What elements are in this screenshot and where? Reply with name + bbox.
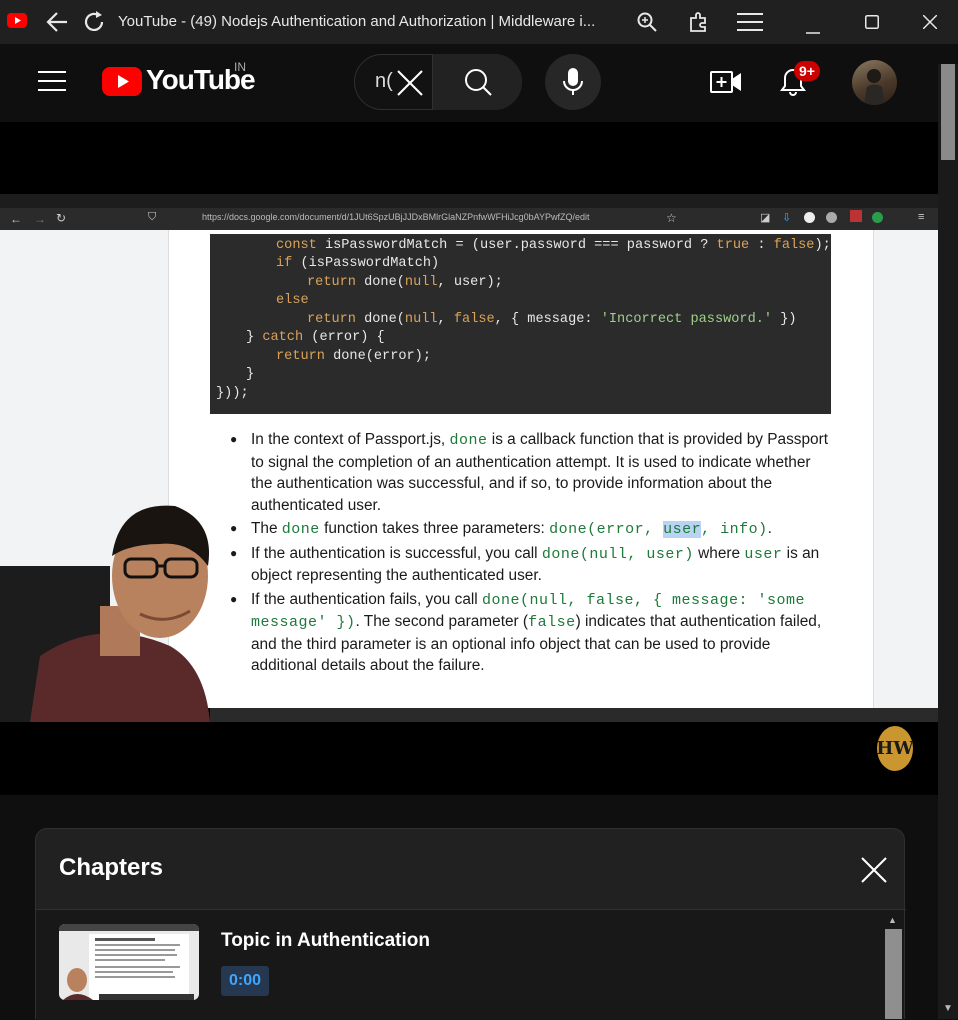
code-line: } catch (error) { <box>246 330 385 345</box>
back-arrow-icon[interactable] <box>45 11 69 38</box>
code-line: return done(error); <box>276 349 432 364</box>
recorded-pocket-icon: ◪ <box>760 212 771 224</box>
channel-watermark[interactable]: HW <box>876 726 914 771</box>
code-line: } <box>246 367 255 382</box>
recorded-forward-icon: → <box>34 212 46 226</box>
bullet-item: If the authentication is successful, you… <box>230 543 830 587</box>
clear-search-icon[interactable] <box>397 70 423 101</box>
maximize-icon[interactable] <box>865 15 879 34</box>
recorded-extension-icon <box>872 212 883 223</box>
window-title: YouTube - (49) Nodejs Authentication and… <box>118 13 596 30</box>
close-chapters-icon[interactable] <box>861 857 887 888</box>
country-code: IN <box>234 60 246 74</box>
chapters-list: Topic in Authentication 0:00 <box>36 910 904 1020</box>
page-scrollbar-track[interactable] <box>938 64 958 1019</box>
search-icon[interactable] <box>464 68 492 101</box>
recorded-url: https://docs.google.com/document/d/1JUt6… <box>202 212 590 222</box>
recorded-shield-icon: ⛉ <box>148 211 157 223</box>
chapters-scroll-up-icon[interactable]: ▲ <box>888 915 897 925</box>
youtube-favicon-icon <box>7 13 27 33</box>
recorded-browser-tabbar <box>0 194 940 208</box>
recorded-reload-icon: ↻ <box>56 211 67 225</box>
chapters-title: Chapters <box>59 854 164 881</box>
window-titlebar: YouTube - (49) Nodejs Authentication and… <box>0 0 958 44</box>
recorded-star-icon: ☆ <box>666 211 677 225</box>
chapter-thumbnail[interactable] <box>59 924 199 1000</box>
code-line: return done(null, user); <box>307 275 503 290</box>
bullet-item: If the authentication fails, you call do… <box>230 589 830 677</box>
code-line: const isPasswordMatch = (user.password =… <box>276 238 831 253</box>
code-line: return done(null, false, { message: 'Inc… <box>307 312 797 327</box>
recorded-menu-icon: ≡ <box>918 211 925 223</box>
zoom-icon[interactable] <box>637 12 657 37</box>
extensions-icon[interactable] <box>688 11 710 38</box>
avatar[interactable] <box>852 60 897 105</box>
recorded-extension-icon <box>826 212 837 223</box>
video-player[interactable]: ← → ↻ ⛉ ☆ ◪ ⇩ ≡ https://docs.google.com/… <box>0 122 940 795</box>
bullet-item: In the context of Passport.js, done is a… <box>230 429 830 516</box>
recorded-extension-icon <box>850 210 862 222</box>
reload-icon[interactable] <box>82 10 106 39</box>
hamburger-menu-icon[interactable] <box>38 70 66 97</box>
chapters-panel: Chapters Topic in Authentication 0:00 <box>35 828 906 1020</box>
chapter-title[interactable]: Topic in Authentication <box>221 930 430 952</box>
recorded-back-icon: ← <box>10 212 22 226</box>
recorded-download-icon: ⇩ <box>782 212 792 224</box>
recorded-extension-icon <box>804 212 815 223</box>
create-video-icon[interactable] <box>710 70 742 99</box>
document-bullets: In the context of Passport.js, done is a… <box>230 429 830 679</box>
notification-count-badge: 9+ <box>794 61 820 81</box>
code-line: else <box>276 293 309 308</box>
youtube-logo-icon[interactable] <box>102 67 142 101</box>
recorded-dock <box>210 708 940 722</box>
search-input[interactable]: n( <box>375 70 395 93</box>
code-block: const isPasswordMatch = (user.password =… <box>210 234 831 414</box>
minimize-icon[interactable] <box>806 21 820 39</box>
microphone-icon[interactable] <box>563 68 583 101</box>
scroll-down-arrow-icon[interactable]: ▼ <box>943 1003 953 1014</box>
code-line: if (isPasswordMatch) <box>276 256 440 271</box>
presenter-webcam <box>0 496 215 722</box>
page-scrollbar-thumb[interactable] <box>941 64 955 160</box>
code-line: })); <box>216 386 249 401</box>
chapter-timestamp[interactable]: 0:00 <box>221 966 270 996</box>
bullet-item: The done function takes three parameters… <box>230 518 830 541</box>
menu-icon[interactable] <box>737 12 763 37</box>
chapters-scrollbar-thumb[interactable] <box>885 929 902 1019</box>
close-window-icon[interactable] <box>922 14 938 34</box>
